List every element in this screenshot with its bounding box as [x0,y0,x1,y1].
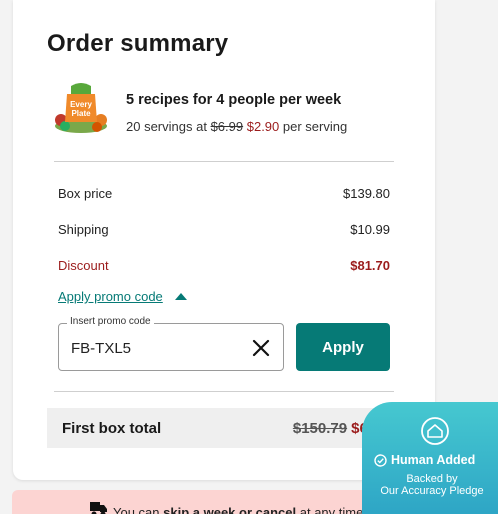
total-label: First box total [62,420,162,437]
shipping-label: Shipping [58,222,109,237]
box-price-row: Box price $139.80 [58,186,390,201]
total-old-price: $150.79 [292,420,348,437]
promo-code-field[interactable]: Insert promo code [58,316,284,371]
first-box-total: First box total $150.79$69.09 [47,408,401,448]
order-summary-title: Order summary [47,30,229,57]
product-title: 5 recipes for 4 people per week [126,92,342,108]
divider [54,391,394,392]
discount-value: $81.70 [350,258,390,273]
shipping-row: Shipping $10.99 [58,222,390,237]
promo-link-label[interactable]: Apply promo code [58,289,163,304]
caret-up-icon[interactable] [174,293,187,300]
order-summary-card: Order summary Every Plate 5 recipes for … [13,0,435,480]
every-plate-logo-text: Every [70,100,92,109]
discount-label: Discount [58,258,109,273]
meal-kit-image: Every Plate [53,80,109,136]
old-serving-price: $6.99 [210,119,244,134]
divider [54,161,394,162]
banner-text: You can skip a week or cancel at any tim… [113,505,364,514]
new-serving-price: $2.90 [246,119,280,134]
pledge-subtitle: Backed by Our Accuracy Pledge [380,473,484,497]
apply-promo-code-link[interactable]: Apply promo code [58,289,187,304]
box-price-value: $139.80 [343,186,390,201]
close-icon[interactable] [251,338,271,358]
discount-row: Discount $81.70 [58,258,390,273]
apply-promo-button[interactable]: Apply [296,323,390,371]
box-price-label: Box price [58,186,113,201]
svg-text:Plate: Plate [71,109,91,118]
shipping-value: $10.99 [350,222,390,237]
promo-code-input[interactable] [71,337,241,359]
check-circle-icon [374,453,387,467]
shield-icon [420,416,450,446]
accuracy-pledge-badge[interactable]: Human Added Backed by Our Accuracy Pledg… [362,402,498,514]
promo-field-label: Insert promo code [67,316,154,327]
servings-text: 20 servings at $6.99 $2.90 per serving [126,119,348,134]
pledge-title: Human Added [374,453,475,467]
truck-icon [88,500,108,514]
